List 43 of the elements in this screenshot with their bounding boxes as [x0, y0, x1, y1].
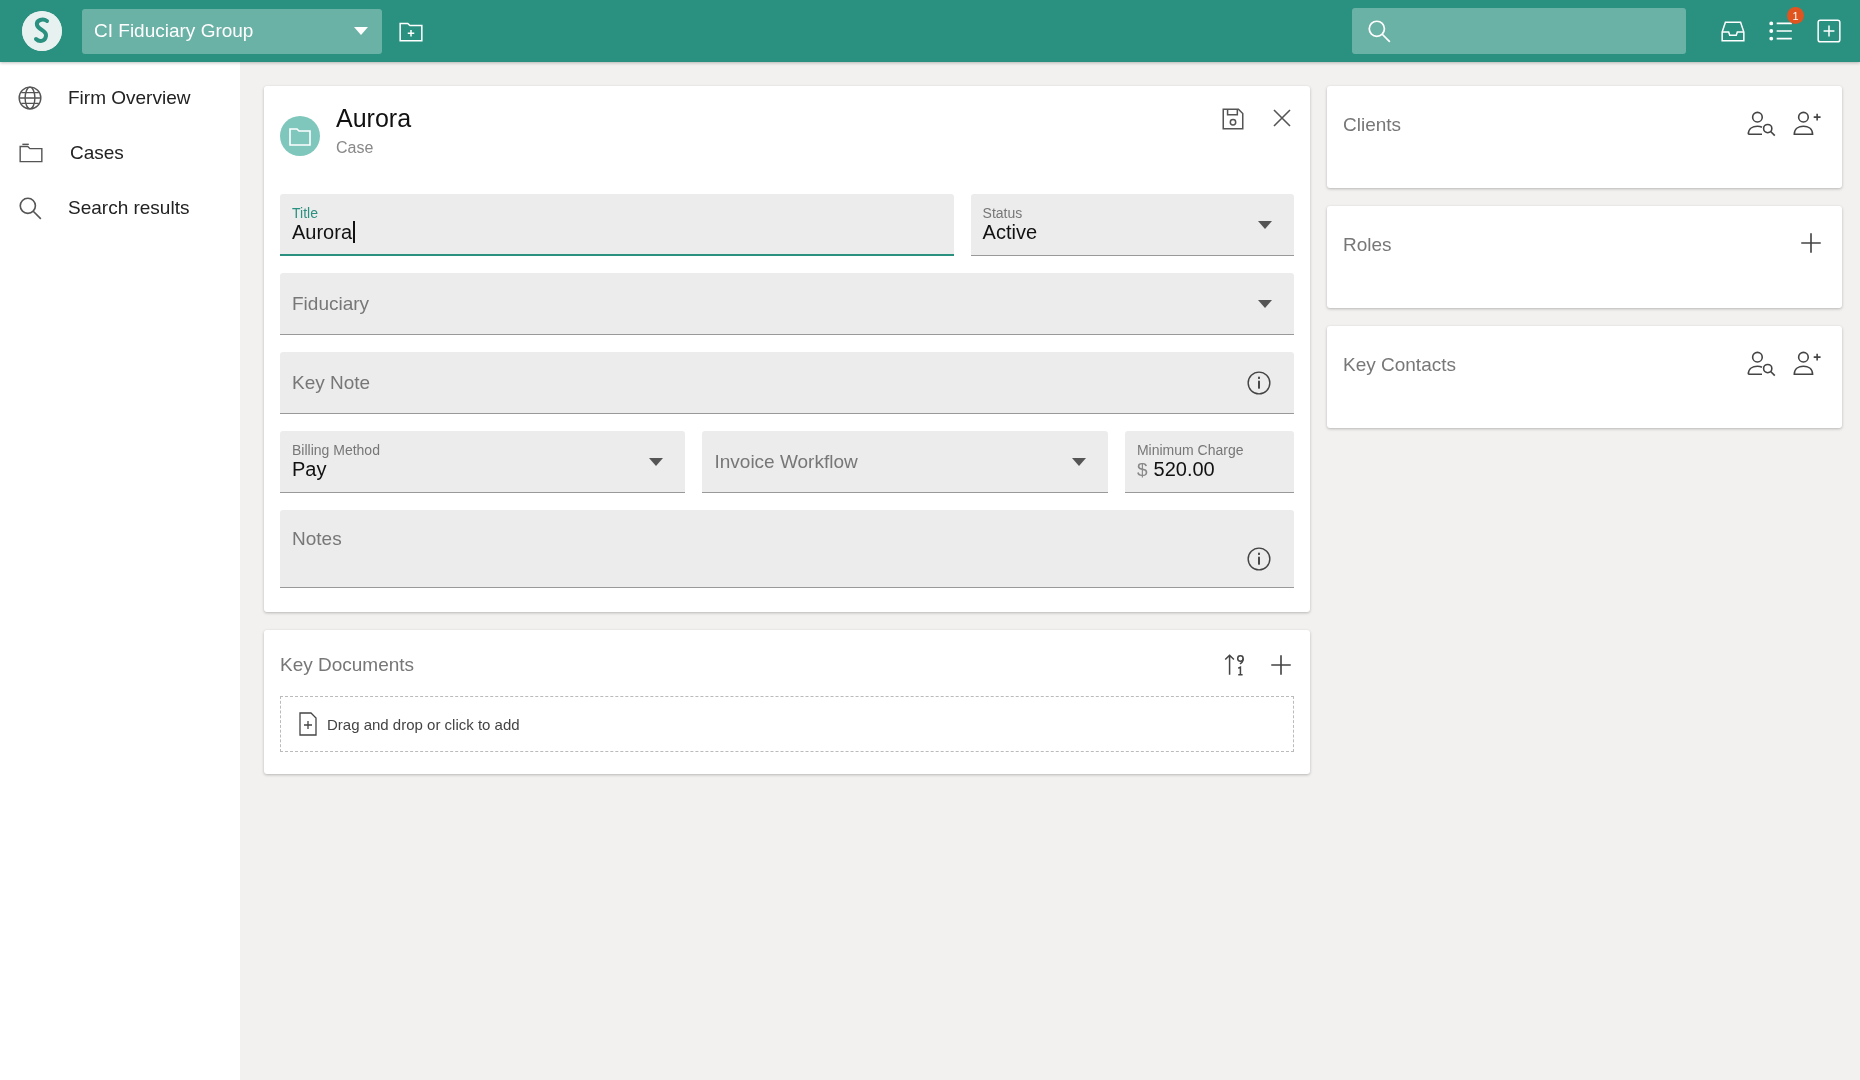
- inbox-icon[interactable]: [1720, 19, 1746, 43]
- case-title: Aurora: [336, 104, 413, 133]
- select-field[interactable]: Invoice Workflow: [702, 431, 1108, 493]
- section-title: Key Documents: [280, 654, 416, 676]
- select-field[interactable]: Fiduciary: [280, 273, 1294, 335]
- caret-icon: [1258, 220, 1272, 229]
- select-field[interactable]: Billing Method Pay: [280, 431, 686, 493]
- search-icon: [1366, 18, 1392, 44]
- notification-badge: 1: [1787, 7, 1804, 24]
- save-icon[interactable]: [1220, 106, 1246, 132]
- plus-icon[interactable]: [1798, 230, 1824, 256]
- globe-icon: [17, 84, 43, 111]
- text-field[interactable]: Key Note: [280, 352, 1294, 414]
- drop-zone[interactable]: Drag and drop or click to add: [280, 696, 1294, 752]
- search-field[interactable]: [1352, 8, 1686, 54]
- select-field[interactable]: Status Active: [970, 194, 1294, 256]
- file-plus-icon: [297, 712, 319, 736]
- plus-icon[interactable]: [1268, 652, 1294, 678]
- sidebar-item[interactable]: Cases: [0, 125, 240, 180]
- info-icon[interactable]: [1246, 369, 1272, 396]
- add-person-icon[interactable]: [1792, 110, 1824, 138]
- case-type: Case: [336, 139, 375, 157]
- caret-icon: [649, 457, 664, 466]
- logo-icon: [22, 11, 62, 51]
- caret-icon: [1258, 299, 1272, 308]
- panel-title: Clients: [1343, 113, 1403, 136]
- search-icon: [17, 194, 43, 221]
- list-icon[interactable]: [1768, 19, 1794, 43]
- panel-title: Key Contacts: [1343, 353, 1457, 376]
- sidebar-item[interactable]: Firm Overview: [0, 70, 240, 125]
- caret-icon: [354, 27, 368, 35]
- text-field[interactable]: Title Aurora: [280, 194, 954, 256]
- amount-field[interactable]: Minimum Charge $ 520.00: [1124, 431, 1294, 493]
- person-search-icon[interactable]: [1746, 350, 1778, 378]
- plus-square-icon[interactable]: [1816, 18, 1842, 44]
- person-search-icon[interactable]: [1746, 110, 1778, 138]
- notes-field[interactable]: Notes: [280, 510, 1294, 588]
- sidebar-item[interactable]: Search results: [0, 180, 240, 235]
- info-icon[interactable]: [1246, 546, 1272, 572]
- panel-title: Roles: [1343, 233, 1393, 256]
- add-person-icon[interactable]: [1792, 350, 1824, 378]
- folder-avatar-icon: [280, 116, 320, 156]
- caret-icon: [1071, 457, 1086, 466]
